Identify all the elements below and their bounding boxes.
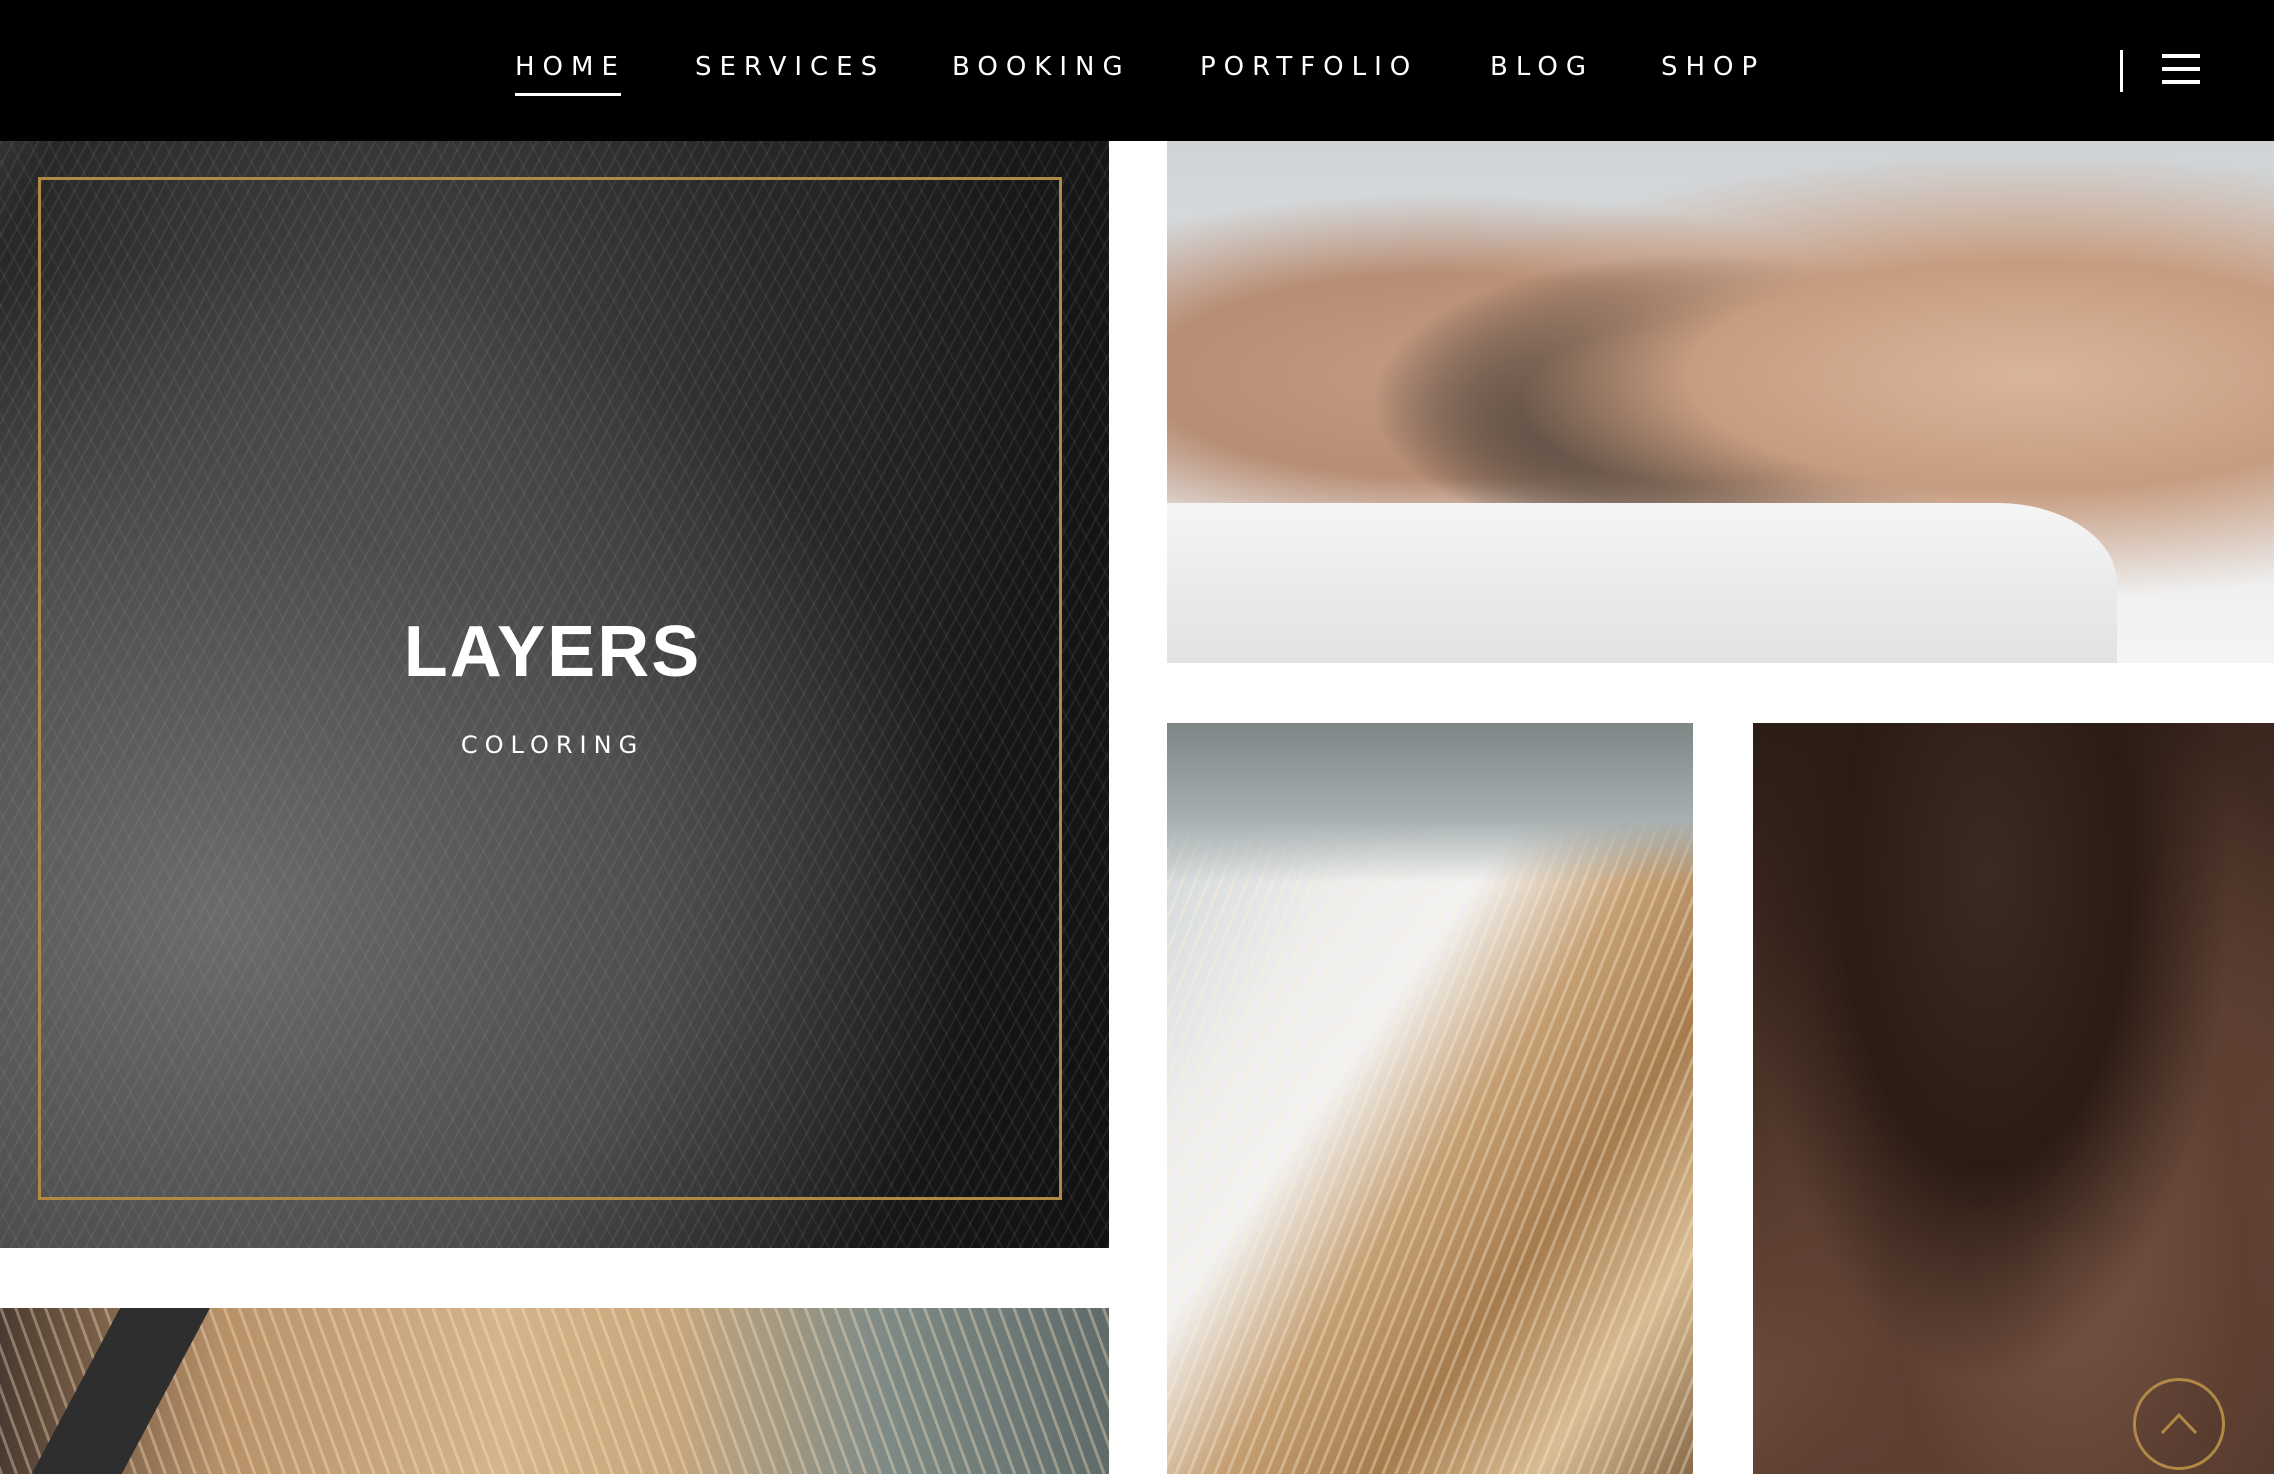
tile-image-comb: [31, 1308, 210, 1474]
page: HOME SERVICES BOOKING PORTFOLIO BLOG SHO…: [0, 0, 2274, 1474]
nav-item-home[interactable]: HOME: [515, 52, 626, 96]
tile-image-basin: [1167, 503, 2117, 663]
chevron-up-icon: [2160, 1412, 2198, 1435]
tile-category: COLORING: [460, 731, 645, 759]
hamburger-line: [2162, 67, 2200, 71]
nav-item-shop[interactable]: SHOP: [1661, 52, 1765, 82]
portfolio-tile-hair-wash[interactable]: [1167, 141, 2274, 663]
header-divider: [2120, 50, 2123, 92]
hamburger-line: [2162, 80, 2200, 84]
nav-item-services[interactable]: SERVICES: [695, 52, 885, 82]
hamburger-menu-icon[interactable]: [2162, 54, 2200, 84]
nav-item-portfolio[interactable]: PORTFOLIO: [1200, 52, 1418, 82]
scroll-to-top-button[interactable]: [2133, 1378, 2225, 1470]
site-header: HOME SERVICES BOOKING PORTFOLIO BLOG SHO…: [0, 0, 2274, 141]
portfolio-tile-layers[interactable]: LAYERS COLORING: [0, 141, 1109, 1248]
main-nav: HOME SERVICES BOOKING PORTFOLIO BLOG SHO…: [0, 52, 2274, 96]
portfolio-tile-blonde-wash[interactable]: [1167, 723, 1693, 1474]
nav-item-booking[interactable]: BOOKING: [952, 52, 1131, 82]
tile-title: LAYERS: [403, 612, 702, 692]
nav-item-blog[interactable]: BLOG: [1490, 52, 1594, 82]
portfolio-tile-portrait[interactable]: [1753, 723, 2274, 1474]
hamburger-line: [2162, 54, 2200, 58]
portfolio-tile-haircut[interactable]: [0, 1308, 1109, 1474]
tile-image-sink: [1167, 723, 1693, 883]
